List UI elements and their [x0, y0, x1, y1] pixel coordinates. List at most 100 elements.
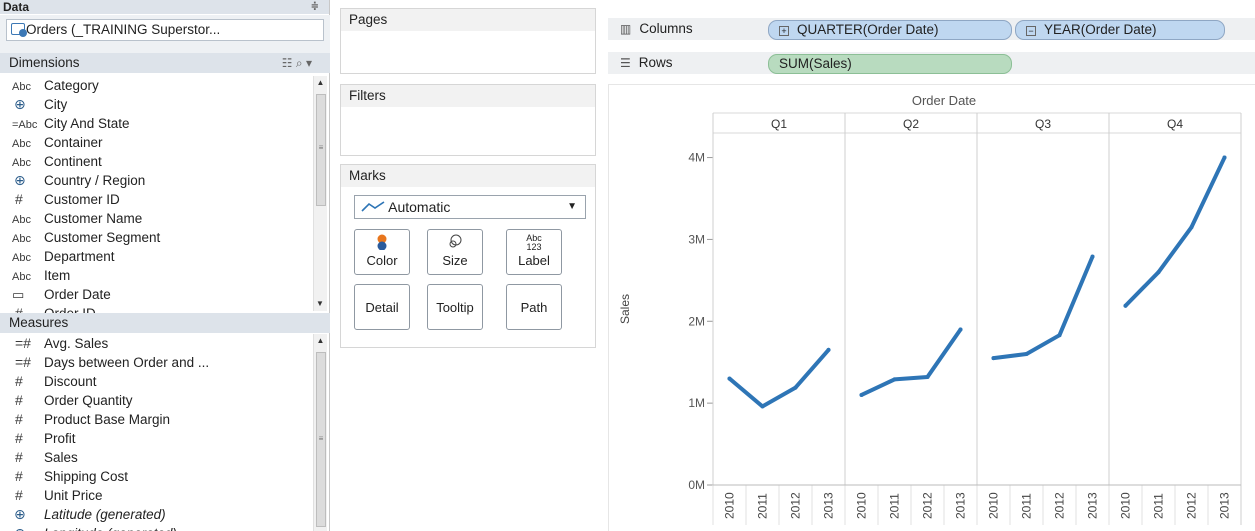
- data-point[interactable]: [991, 356, 996, 361]
- field-item[interactable]: ⊕ City: [0, 95, 314, 114]
- field-item[interactable]: # Customer ID: [0, 190, 314, 209]
- series-line-q3[interactable]: [991, 254, 1095, 361]
- data-point[interactable]: [925, 374, 930, 379]
- scroll-up-arrow[interactable]: ▲: [314, 334, 327, 348]
- field-name: Customer Name: [44, 211, 143, 226]
- field-item[interactable]: Abc Customer Name: [0, 209, 314, 228]
- sales-pill[interactable]: SUM(Sales): [768, 54, 1012, 74]
- data-point[interactable]: [793, 385, 798, 390]
- field-item[interactable]: =Abc City And State: [0, 114, 314, 133]
- size-button[interactable]: Size: [427, 229, 483, 275]
- tooltip-button[interactable]: Tooltip: [427, 284, 483, 330]
- data-point[interactable]: [1222, 155, 1227, 160]
- x-tick-label: 2013: [954, 492, 968, 519]
- field-item[interactable]: # Order Quantity: [0, 391, 314, 410]
- scroll-up-arrow[interactable]: ▲: [314, 76, 327, 90]
- path-button[interactable]: Path: [506, 284, 562, 330]
- detail-button[interactable]: Detail: [354, 284, 410, 330]
- number-icon: #: [15, 487, 23, 503]
- label-icon: Abc 123: [507, 230, 561, 252]
- field-item[interactable]: # Profit: [0, 429, 314, 448]
- rows-label-text: Rows: [638, 55, 673, 70]
- field-item[interactable]: ⊕Longitude (generated): [0, 524, 314, 531]
- columns-shelf[interactable]: ▥ Columns + QUARTER(Order Date) − YEAR(Orde…: [608, 18, 1255, 40]
- scroll-down-arrow[interactable]: ▼: [314, 297, 326, 311]
- filters-card[interactable]: Filters: [340, 84, 596, 156]
- view-toggle-icon[interactable]: ☷: [282, 56, 293, 70]
- search-icon[interactable]: ⌕: [296, 56, 303, 70]
- quarter-pill-text: QUARTER(Order Date): [797, 22, 939, 37]
- dimensions-menu-icon[interactable]: ▾: [306, 56, 312, 70]
- field-item[interactable]: ⊕ Latitude (generated): [0, 505, 314, 524]
- y-tick-label: 2M: [688, 314, 705, 328]
- measures-scrollbar[interactable]: ▲ ≡: [313, 334, 327, 531]
- x-tick-label: 2011: [888, 493, 902, 519]
- rows-shelf[interactable]: ☰ Rows SUM(Sales): [608, 52, 1255, 74]
- pages-card[interactable]: Pages: [340, 8, 596, 74]
- mark-type-dropdown[interactable]: Automatic ▼: [354, 195, 586, 219]
- field-item[interactable]: # Product Base Margin: [0, 410, 314, 429]
- globe-icon: ⊕: [14, 96, 26, 112]
- field-item[interactable]: ⊕ Country / Region: [0, 171, 314, 190]
- data-point[interactable]: [958, 327, 963, 332]
- field-item[interactable]: # Unit Price: [0, 486, 314, 505]
- field-item[interactable]: # Shipping Cost: [0, 467, 314, 486]
- expand-icon[interactable]: +: [779, 26, 789, 36]
- data-point[interactable]: [760, 404, 765, 409]
- field-item[interactable]: # Sales: [0, 448, 314, 467]
- field-name: Customer Segment: [44, 230, 161, 245]
- data-point[interactable]: [1090, 254, 1095, 259]
- collapse-icon[interactable]: −: [1026, 26, 1036, 36]
- dimensions-scrollbar[interactable]: ▲ ≡ ▼: [313, 76, 327, 311]
- sales-pill-text: SUM(Sales): [779, 56, 852, 71]
- rows-shelf-label: ☰ Rows: [620, 52, 673, 74]
- x-tick-label: 2011: [1152, 493, 1166, 519]
- calculated-number-icon: =#: [15, 354, 31, 370]
- field-item[interactable]: Abc Item: [0, 266, 314, 285]
- measures-list: =# Avg. Sales =# Days between Order and ...…: [0, 334, 314, 531]
- series-line-q4[interactable]: [1123, 155, 1227, 308]
- field-item[interactable]: Abc Container: [0, 133, 314, 152]
- x-tick-label: 2011: [756, 493, 770, 519]
- field-item[interactable]: # Discount: [0, 372, 314, 391]
- year-pill[interactable]: − YEAR(Order Date): [1015, 20, 1225, 40]
- field-item[interactable]: =# Avg. Sales: [0, 334, 314, 353]
- data-point[interactable]: [1189, 225, 1194, 230]
- y-axis-label: Sales: [618, 294, 632, 324]
- quarter-pill[interactable]: + QUARTER(Order Date): [768, 20, 1012, 40]
- field-item[interactable]: ▭ Order Date: [0, 285, 314, 304]
- data-point[interactable]: [859, 392, 864, 397]
- series-line-q2[interactable]: [859, 327, 963, 397]
- x-tick-label: 2012: [789, 492, 803, 519]
- label-button[interactable]: Abc 123 Label: [506, 229, 562, 275]
- label-icon-bottom: 123: [526, 242, 542, 252]
- measures-header: Measures: [0, 313, 330, 333]
- x-tick-label: 2011: [1020, 493, 1034, 519]
- field-item[interactable]: =# Days between Order and ...: [0, 353, 314, 372]
- color-button[interactable]: Color: [354, 229, 410, 275]
- datasource-item[interactable]: Orders (_TRAINING Superstor...: [6, 19, 324, 41]
- data-point[interactable]: [727, 376, 732, 381]
- field-item[interactable]: Abc Continent: [0, 152, 314, 171]
- data-point[interactable]: [1123, 303, 1128, 308]
- field-item[interactable]: # Order ID: [0, 304, 314, 313]
- data-point[interactable]: [1024, 352, 1029, 357]
- field-name: Sales: [44, 450, 78, 465]
- data-point[interactable]: [1156, 270, 1161, 275]
- field-item[interactable]: Abc Category: [0, 76, 314, 95]
- pane-menu-icon[interactable]: ≑: [311, 0, 319, 14]
- series-line-q1[interactable]: [727, 347, 831, 409]
- globe-icon: ⊕: [14, 506, 26, 522]
- field-item[interactable]: Abc Department: [0, 247, 314, 266]
- globe-icon: ⊕: [12, 524, 44, 531]
- data-point[interactable]: [1057, 333, 1062, 338]
- y-tick-label: 4M: [688, 151, 705, 165]
- data-point[interactable]: [892, 377, 897, 382]
- field-name: Country / Region: [44, 173, 146, 188]
- x-tick-label: 2010: [1119, 492, 1133, 519]
- data-pane-header: Data ≑: [0, 0, 329, 14]
- data-point[interactable]: [826, 347, 831, 352]
- field-name: Longitude (generated): [44, 526, 177, 531]
- field-item[interactable]: Abc Customer Segment: [0, 228, 314, 247]
- marks-card-title: Marks: [341, 165, 595, 187]
